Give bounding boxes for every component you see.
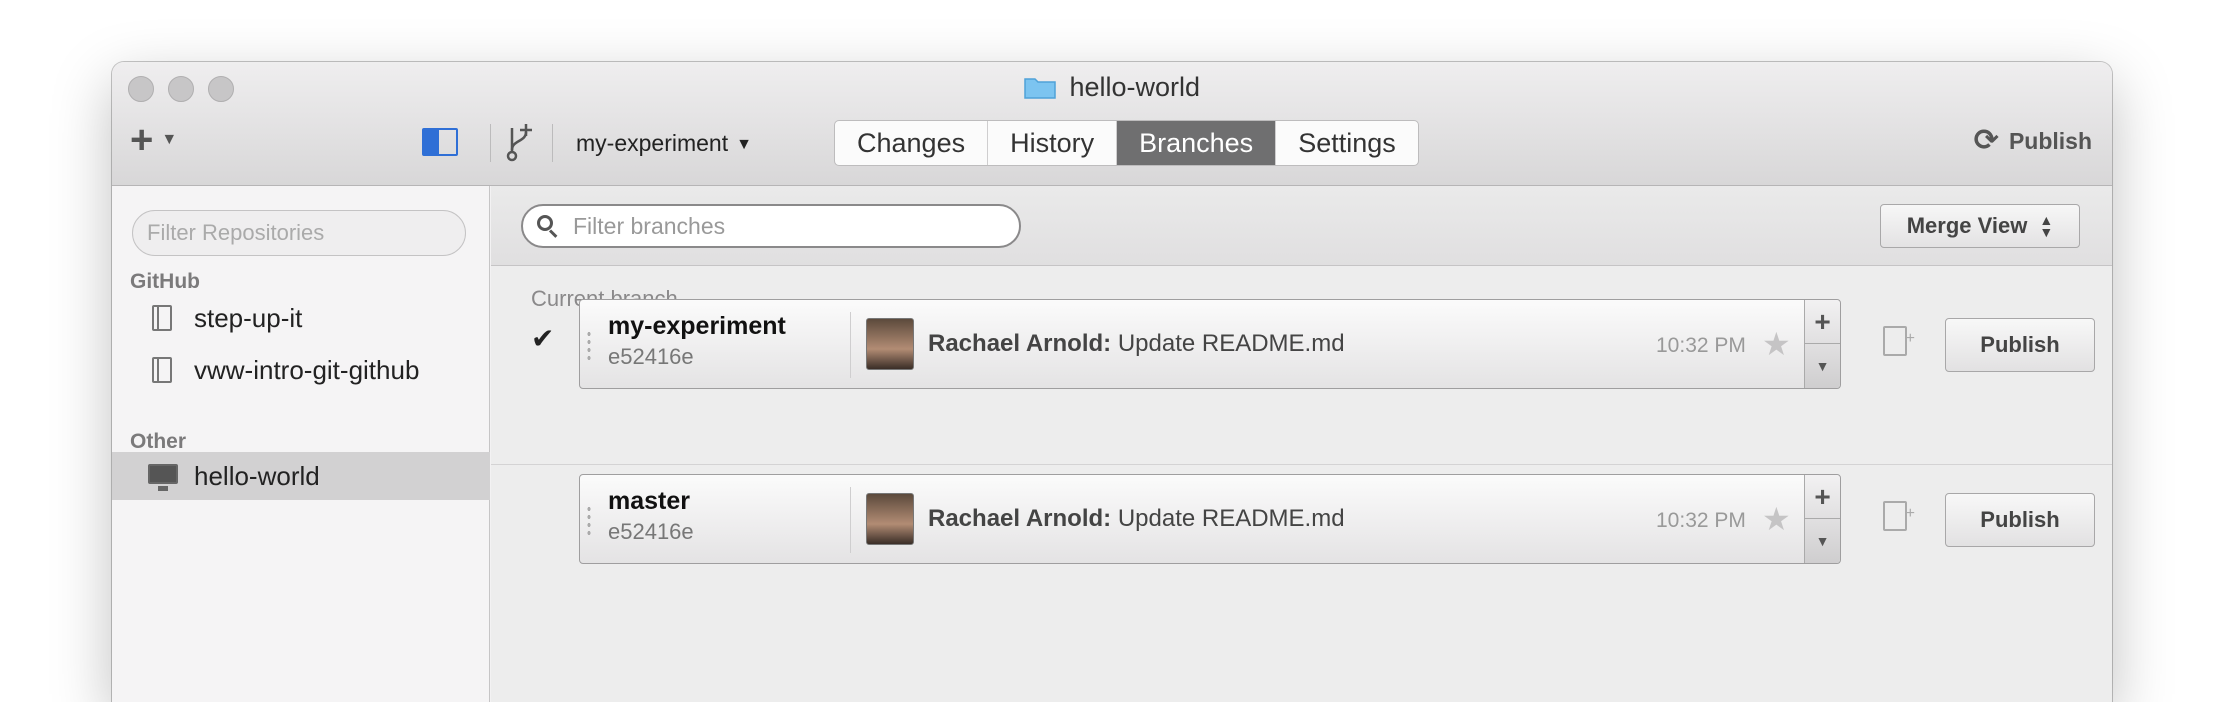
publish-label: Publish [2008,127,2092,154]
row-divider [850,312,851,378]
branch-name: master [608,487,690,515]
chevron-down-icon: ▼ [161,131,178,148]
drag-handle-icon[interactable] [586,505,592,535]
branch-selector[interactable]: my-experiment ▼ [576,130,752,157]
publish-branch-button[interactable]: Publish [1945,318,2095,372]
window-title: hello-world [112,72,2112,103]
computer-icon [148,461,178,491]
merge-view-button[interactable]: Merge View ▲ ▼ [1880,204,2080,248]
chevron-down-icon: ▼ [736,136,752,153]
search-icon [535,213,561,239]
branch-row[interactable]: my-experiment e52416e Rachael Arnold: Up… [579,299,1841,389]
updown-arrows-icon: ▲ ▼ [2039,212,2054,240]
branch-selector-label: my-experiment [576,130,729,156]
drag-handle-icon[interactable] [586,330,592,360]
tab-branches[interactable]: Branches [1117,121,1277,165]
branch-row[interactable]: master e52416e Rachael Arnold: Update RE… [579,474,1841,564]
section-divider [491,464,2112,465]
sidebar-item-label: step-up-it [194,302,303,333]
tab-history[interactable]: History [988,121,1118,165]
plus-icon[interactable]: + [1805,300,1840,344]
sidebar-item-step-up-it[interactable]: step-up-it [112,294,490,342]
branch-name: my-experiment [608,312,786,340]
star-icon[interactable]: ★ [1762,326,1791,362]
view-tabs: Changes History Branches Settings [834,120,1419,166]
folder-icon [1024,78,1056,99]
merge-view-label: Merge View [1906,213,2028,238]
branches-pane: Filter branches Merge View ▲▼ Current br… [491,186,2112,702]
sidebar-item-hello-world[interactable]: hello-world [112,452,490,500]
sidebar-item-vww-intro-git-github[interactable]: vww-intro-git-github [112,346,490,394]
repository-icon [148,303,176,333]
commit-time: 10:32 PM [1656,334,1746,357]
plus-icon[interactable]: + [1805,475,1840,519]
commit-author: Rachael Arnold: [928,330,1112,357]
toolbar-divider [552,124,553,162]
toolbar-divider [490,124,491,162]
branches-toolbar: Filter branches Merge View ▲ ▼ [491,186,2112,266]
compare-icon[interactable] [1883,326,1915,356]
chevron-down-icon[interactable]: ▼ [1805,519,1840,563]
star-icon[interactable]: ★ [1762,501,1791,537]
sidebar-section-other: Other [130,430,187,453]
app-window: hello-world + ▼ my-experiment ▼ Changes H… [112,62,2112,702]
avatar [866,493,914,545]
commit-sha: e52416e [608,519,694,544]
commit-message: Update README.md [1117,330,1345,357]
tab-settings[interactable]: Settings [1276,121,1418,165]
commit-summary: Rachael Arnold: Update README.md [928,330,1345,358]
commit-time: 10:32 PM [1656,509,1746,532]
avatar [866,318,914,370]
filter-branches-input[interactable]: Filter branches [521,204,1021,248]
sidebar-pane-icon [424,130,439,154]
filter-branches-placeholder: Filter branches [573,212,726,239]
filter-repositories-input[interactable]: Filter Repositories [132,210,466,256]
compare-icon[interactable] [1883,501,1915,531]
add-repository-button[interactable]: + ▼ [130,118,190,162]
sidebar: Filter Repositories GitHub step-up-it vw… [112,186,490,702]
publish-branch-button[interactable]: Publish [1945,493,2095,547]
branch-stepper: + ▼ [1804,300,1840,388]
commit-message: Update README.md [1117,505,1345,532]
checkmark-icon: ✔ [531,323,555,354]
branch-icon[interactable] [504,122,536,162]
branch-stepper: + ▼ [1804,475,1840,563]
sync-icon: ⟳ [1973,124,1999,157]
commit-author: Rachael Arnold: [928,505,1112,532]
publish-button[interactable]: ⟳ Publish [1974,126,2092,156]
title-toolbar: hello-world + ▼ my-experiment ▼ Changes H… [112,62,2112,186]
commit-summary: Rachael Arnold: Update README.md [928,505,1345,533]
plus-icon: + [130,118,154,162]
sidebar-toggle-button[interactable] [422,128,458,156]
sidebar-section-github: GitHub [130,270,200,293]
tab-changes[interactable]: Changes [835,121,989,165]
sidebar-item-label: vww-intro-git-github [194,354,420,385]
row-divider [850,487,851,553]
repository-icon [148,355,176,385]
commit-sha: e52416e [608,344,694,369]
chevron-down-icon[interactable]: ▼ [1805,344,1840,388]
window-title-text: hello-world [1069,72,1201,102]
sidebar-item-label: hello-world [194,460,320,491]
